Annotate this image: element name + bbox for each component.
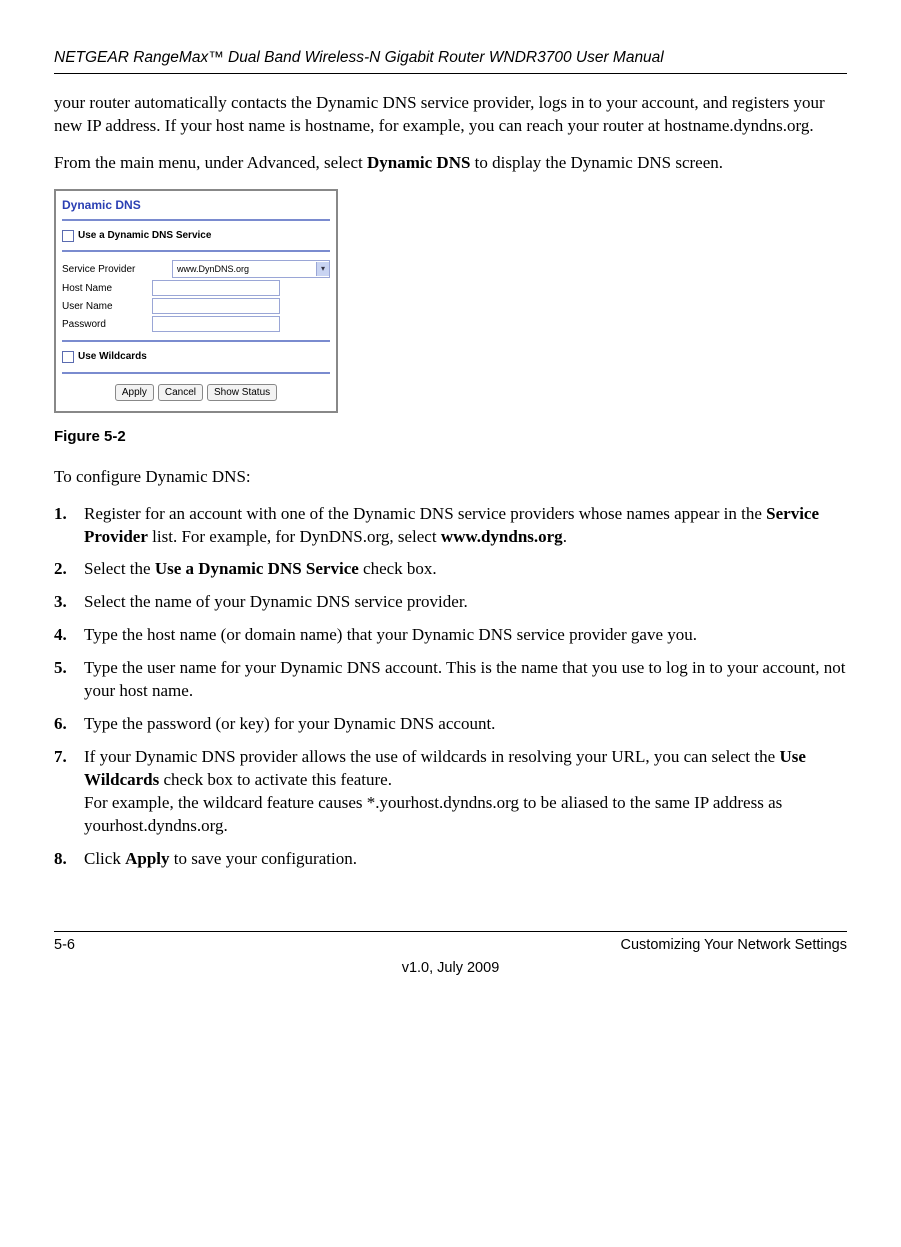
host-name-label: Host Name	[62, 282, 152, 296]
dynamic-dns-screenshot: Dynamic DNS Use a Dynamic DNS Service Se…	[54, 189, 338, 414]
host-name-row: Host Name	[62, 280, 330, 296]
password-label: Password	[62, 318, 152, 332]
footer-page-number: 5-6	[54, 936, 75, 956]
cancel-button[interactable]: Cancel	[158, 384, 203, 402]
footer-row: 5-6 Customizing Your Network Settings	[54, 936, 847, 956]
service-provider-row: Service Provider www.DynDNS.org ▾	[62, 260, 330, 278]
step-3: Select the name of your Dynamic DNS serv…	[54, 591, 847, 614]
header-rule	[54, 73, 847, 74]
step-8-b: Apply	[125, 849, 169, 868]
step-1-e: .	[563, 527, 567, 546]
page-header-title: NETGEAR RangeMax™ Dual Band Wireless-N G…	[54, 48, 847, 69]
step-7: If your Dynamic DNS provider allows the …	[54, 746, 847, 838]
intro-p2-after: to display the Dynamic DNS screen.	[470, 153, 723, 172]
step-1-c: list. For example, for DynDNS.org, selec…	[148, 527, 441, 546]
panel-separator-2	[62, 340, 330, 342]
step-6: Type the password (or key) for your Dyna…	[54, 713, 847, 736]
step-1: Register for an account with one of the …	[54, 503, 847, 549]
panel-separator-1	[62, 250, 330, 252]
step-7-c: check box to activate this feature.	[159, 770, 392, 789]
service-provider-select[interactable]: www.DynDNS.org ▾	[172, 260, 330, 278]
intro-paragraph-2: From the main menu, under Advanced, sele…	[54, 152, 847, 175]
button-row: Apply Cancel Show Status	[62, 384, 330, 402]
footer-version: v1.0, July 2009	[54, 959, 847, 979]
use-service-row: Use a Dynamic DNS Service	[62, 229, 330, 243]
footer-rule	[54, 931, 847, 932]
use-wildcards-label: Use Wildcards	[78, 350, 147, 364]
intro-p2-bold: Dynamic DNS	[367, 153, 470, 172]
footer-section: Customizing Your Network Settings	[621, 936, 847, 956]
user-name-label: User Name	[62, 300, 152, 314]
use-wildcards-row: Use Wildcards	[62, 350, 330, 364]
host-name-input[interactable]	[152, 280, 280, 296]
step-2-c: check box.	[359, 559, 437, 578]
configure-heading: To configure Dynamic DNS:	[54, 466, 847, 489]
step-8-c: to save your configuration.	[170, 849, 357, 868]
step-2: Select the Use a Dynamic DNS Service che…	[54, 558, 847, 581]
step-8: Click Apply to save your configuration.	[54, 848, 847, 871]
panel-separator-3	[62, 372, 330, 374]
service-provider-value: www.DynDNS.org	[177, 263, 249, 275]
use-service-checkbox[interactable]	[62, 230, 74, 242]
service-provider-label: Service Provider	[62, 263, 152, 277]
intro-paragraph-1: your router automatically contacts the D…	[54, 92, 847, 138]
step-7-d: For example, the wildcard feature causes…	[84, 793, 782, 835]
step-1-a: Register for an account with one of the …	[84, 504, 766, 523]
panel-title: Dynamic DNS	[62, 197, 330, 213]
password-input[interactable]	[152, 316, 280, 332]
chevron-down-icon: ▾	[316, 262, 329, 276]
step-2-b: Use a Dynamic DNS Service	[155, 559, 359, 578]
step-2-a: Select the	[84, 559, 155, 578]
step-1-d: www.dyndns.org	[441, 527, 563, 546]
intro-p2-before: From the main menu, under Advanced, sele…	[54, 153, 367, 172]
step-4: Type the host name (or domain name) that…	[54, 624, 847, 647]
use-wildcards-checkbox[interactable]	[62, 351, 74, 363]
steps-list: Register for an account with one of the …	[54, 503, 847, 871]
use-service-label: Use a Dynamic DNS Service	[78, 229, 211, 243]
user-name-input[interactable]	[152, 298, 280, 314]
step-8-a: Click	[84, 849, 125, 868]
user-name-row: User Name	[62, 298, 330, 314]
step-5: Type the user name for your Dynamic DNS …	[54, 657, 847, 703]
step-7-a: If your Dynamic DNS provider allows the …	[84, 747, 779, 766]
figure-caption: Figure 5-2	[54, 427, 847, 447]
apply-button[interactable]: Apply	[115, 384, 154, 402]
password-row: Password	[62, 316, 330, 332]
show-status-button[interactable]: Show Status	[207, 384, 277, 402]
panel-separator-top	[62, 219, 330, 221]
